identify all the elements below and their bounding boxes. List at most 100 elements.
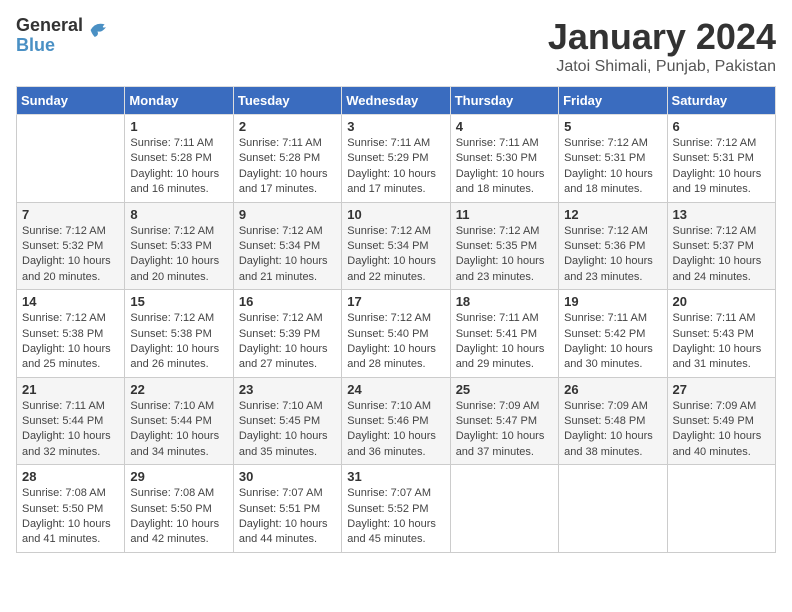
calendar-table: SundayMondayTuesdayWednesdayThursdayFrid…	[16, 86, 776, 553]
day-info: Sunrise: 7:12 AM Sunset: 5:40 PM Dayligh…	[347, 311, 444, 373]
day-header-saturday: Saturday	[667, 87, 775, 115]
day-info: Sunrise: 7:11 AM Sunset: 5:41 PM Dayligh…	[456, 311, 553, 373]
day-number: 22	[130, 382, 227, 397]
day-number: 14	[22, 294, 119, 309]
day-info: Sunrise: 7:11 AM Sunset: 5:44 PM Dayligh…	[22, 399, 119, 461]
logo-blue-text: Blue	[16, 36, 83, 56]
day-number: 15	[130, 294, 227, 309]
day-info: Sunrise: 7:12 AM Sunset: 5:39 PM Dayligh…	[239, 311, 336, 373]
day-info: Sunrise: 7:11 AM Sunset: 5:42 PM Dayligh…	[564, 311, 661, 373]
day-number: 18	[456, 294, 553, 309]
day-number: 9	[239, 207, 336, 222]
day-info: Sunrise: 7:12 AM Sunset: 5:34 PM Dayligh…	[239, 224, 336, 286]
calendar-cell: 21Sunrise: 7:11 AM Sunset: 5:44 PM Dayli…	[17, 377, 125, 465]
day-info: Sunrise: 7:07 AM Sunset: 5:52 PM Dayligh…	[347, 486, 444, 548]
day-number: 1	[130, 119, 227, 134]
day-info: Sunrise: 7:07 AM Sunset: 5:51 PM Dayligh…	[239, 486, 336, 548]
calendar-cell: 29Sunrise: 7:08 AM Sunset: 5:50 PM Dayli…	[125, 465, 233, 553]
day-number: 27	[673, 382, 770, 397]
calendar-cell: 23 Sunrise: 7:10 AM Sunset: 5:45 PM Dayli…	[233, 377, 341, 465]
calendar-cell: 19 Sunrise: 7:11 AM Sunset: 5:42 PM Dayli…	[559, 290, 667, 378]
day-number: 28	[22, 469, 119, 484]
day-header-monday: Monday	[125, 87, 233, 115]
day-number: 16	[239, 294, 336, 309]
calendar-cell: 1Sunrise: 7:11 AM Sunset: 5:28 PM Daylig…	[125, 115, 233, 203]
title-section: January 2024 Jatoi Shimali, Punjab, Paki…	[548, 16, 776, 76]
calendar-cell: 13Sunrise: 7:12 AM Sunset: 5:37 PM Dayli…	[667, 202, 775, 290]
day-info: Sunrise: 7:12 AM Sunset: 5:32 PM Dayligh…	[22, 224, 119, 286]
day-info: Sunrise: 7:11 AM Sunset: 5:43 PM Dayligh…	[673, 311, 770, 373]
day-info: Sunrise: 7:12 AM Sunset: 5:36 PM Dayligh…	[564, 224, 661, 286]
calendar-cell: 16 Sunrise: 7:12 AM Sunset: 5:39 PM Dayli…	[233, 290, 341, 378]
logo-bird-icon	[85, 16, 113, 44]
day-number: 26	[564, 382, 661, 397]
day-number: 31	[347, 469, 444, 484]
day-info: Sunrise: 7:08 AM Sunset: 5:50 PM Dayligh…	[130, 486, 227, 548]
day-number: 23	[239, 382, 336, 397]
calendar-cell: 20 Sunrise: 7:11 AM Sunset: 5:43 PM Dayli…	[667, 290, 775, 378]
day-info: Sunrise: 7:12 AM Sunset: 5:38 PM Dayligh…	[22, 311, 119, 373]
day-number: 2	[239, 119, 336, 134]
day-info: Sunrise: 7:10 AM Sunset: 5:45 PM Dayligh…	[239, 399, 336, 461]
day-header-friday: Friday	[559, 87, 667, 115]
day-info: Sunrise: 7:12 AM Sunset: 5:34 PM Dayligh…	[347, 224, 444, 286]
calendar-cell	[667, 465, 775, 553]
day-info: Sunrise: 7:12 AM Sunset: 5:31 PM Dayligh…	[564, 136, 661, 198]
day-number: 11	[456, 207, 553, 222]
calendar-header-row: SundayMondayTuesdayWednesdayThursdayFrid…	[17, 87, 776, 115]
calendar-cell: 17Sunrise: 7:12 AM Sunset: 5:40 PM Dayli…	[342, 290, 450, 378]
day-info: Sunrise: 7:09 AM Sunset: 5:48 PM Dayligh…	[564, 399, 661, 461]
day-number: 19	[564, 294, 661, 309]
day-info: Sunrise: 7:09 AM Sunset: 5:47 PM Dayligh…	[456, 399, 553, 461]
day-number: 4	[456, 119, 553, 134]
day-info: Sunrise: 7:12 AM Sunset: 5:37 PM Dayligh…	[673, 224, 770, 286]
calendar-cell: 8 Sunrise: 7:12 AM Sunset: 5:33 PM Daylig…	[125, 202, 233, 290]
day-number: 10	[347, 207, 444, 222]
calendar-week-row: 14 Sunrise: 7:12 AM Sunset: 5:38 PM Dayli…	[17, 290, 776, 378]
calendar-cell: 10 Sunrise: 7:12 AM Sunset: 5:34 PM Dayli…	[342, 202, 450, 290]
calendar-cell: 26 Sunrise: 7:09 AM Sunset: 5:48 PM Dayli…	[559, 377, 667, 465]
calendar-cell: 27 Sunrise: 7:09 AM Sunset: 5:49 PM Dayli…	[667, 377, 775, 465]
day-number: 7	[22, 207, 119, 222]
calendar-cell: 24 Sunrise: 7:10 AM Sunset: 5:46 PM Dayli…	[342, 377, 450, 465]
day-number: 6	[673, 119, 770, 134]
calendar-week-row: 7 Sunrise: 7:12 AM Sunset: 5:32 PM Daylig…	[17, 202, 776, 290]
day-info: Sunrise: 7:12 AM Sunset: 5:31 PM Dayligh…	[673, 136, 770, 198]
day-info: Sunrise: 7:12 AM Sunset: 5:35 PM Dayligh…	[456, 224, 553, 286]
day-number: 25	[456, 382, 553, 397]
location-text: Jatoi Shimali, Punjab, Pakistan	[548, 58, 776, 76]
calendar-week-row: 1 Sunrise: 7:11 AM Sunset: 5:28 PM Daylig…	[17, 115, 776, 203]
calendar-week-row: 28 Sunrise: 7:08 AM Sunset: 5:50 PM Dayli…	[17, 465, 776, 553]
day-header-tuesday: Tuesday	[233, 87, 341, 115]
day-number: 30	[239, 469, 336, 484]
calendar-cell: 22 Sunrise: 7:10 AM Sunset: 5:44 PM Dayli…	[125, 377, 233, 465]
day-info: Sunrise: 7:12 AM Sunset: 5:38 PM Dayligh…	[130, 311, 227, 373]
day-info: Sunrise: 7:09 AM Sunset: 5:49 PM Dayligh…	[673, 399, 770, 461]
day-number: 3	[347, 119, 444, 134]
calendar-cell: 30 Sunrise: 7:07 AM Sunset: 5:51 PM Dayli…	[233, 465, 341, 553]
calendar-cell: 3 Sunrise: 7:11 AM Sunset: 5:29 PM Daylig…	[342, 115, 450, 203]
day-header-thursday: Thursday	[450, 87, 558, 115]
day-info: Sunrise: 7:12 AM Sunset: 5:33 PM Dayligh…	[130, 224, 227, 286]
calendar-cell	[17, 115, 125, 203]
calendar-week-row: 21Sunrise: 7:11 AM Sunset: 5:44 PM Dayli…	[17, 377, 776, 465]
calendar-cell: 25 Sunrise: 7:09 AM Sunset: 5:47 PM Dayli…	[450, 377, 558, 465]
calendar-cell: 7 Sunrise: 7:12 AM Sunset: 5:32 PM Daylig…	[17, 202, 125, 290]
calendar-cell: 9 Sunrise: 7:12 AM Sunset: 5:34 PM Daylig…	[233, 202, 341, 290]
day-number: 24	[347, 382, 444, 397]
calendar-cell	[450, 465, 558, 553]
day-info: Sunrise: 7:10 AM Sunset: 5:44 PM Dayligh…	[130, 399, 227, 461]
calendar-cell: 15 Sunrise: 7:12 AM Sunset: 5:38 PM Dayli…	[125, 290, 233, 378]
day-info: Sunrise: 7:08 AM Sunset: 5:50 PM Dayligh…	[22, 486, 119, 548]
logo: General Blue	[16, 16, 113, 56]
day-info: Sunrise: 7:10 AM Sunset: 5:46 PM Dayligh…	[347, 399, 444, 461]
day-number: 8	[130, 207, 227, 222]
page-header: General Blue January 2024 Jatoi Shimali,…	[16, 16, 776, 76]
day-info: Sunrise: 7:11 AM Sunset: 5:29 PM Dayligh…	[347, 136, 444, 198]
calendar-cell: 5Sunrise: 7:12 AM Sunset: 5:31 PM Daylig…	[559, 115, 667, 203]
calendar-cell: 14 Sunrise: 7:12 AM Sunset: 5:38 PM Dayli…	[17, 290, 125, 378]
day-number: 20	[673, 294, 770, 309]
day-info: Sunrise: 7:11 AM Sunset: 5:28 PM Dayligh…	[239, 136, 336, 198]
calendar-cell	[559, 465, 667, 553]
day-header-wednesday: Wednesday	[342, 87, 450, 115]
